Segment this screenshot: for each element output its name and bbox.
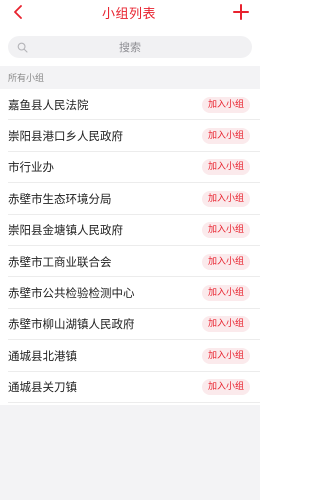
join-group-button[interactable]: 加入小组: [201, 316, 250, 333]
list-item[interactable]: 赤壁市公共检验检测中心 加入小组: [0, 277, 260, 310]
search-input[interactable]: 搜索: [8, 36, 252, 58]
navigation-bar: 小组列表: [0, 0, 260, 24]
list-item[interactable]: 通城县关刀镇 加入小组: [0, 372, 260, 404]
join-group-button[interactable]: 加入小组: [201, 222, 250, 239]
group-name: 市行业办: [8, 160, 54, 175]
group-name: 赤壁市工商业联合会: [8, 254, 112, 269]
plus-icon: [232, 4, 249, 20]
group-name: 崇阳县港口乡人民政府: [8, 129, 123, 144]
section-header: 所有小组: [0, 66, 260, 89]
search-placeholder: 搜索: [119, 41, 141, 54]
list-item[interactable]: 嘉鱼县人民法院 加入小组: [0, 89, 260, 121]
join-group-button[interactable]: 加入小组: [201, 190, 250, 207]
list-item[interactable]: 赤壁市柳山湖镇人民政府 加入小组: [0, 309, 260, 341]
list-item[interactable]: 通城县北港镇 加入小组: [0, 340, 260, 372]
list-item[interactable]: 崇阳县港口乡人民政府 加入小组: [0, 120, 260, 153]
group-name: 通城县北港镇: [8, 348, 77, 363]
search-icon: [17, 42, 28, 53]
group-name: 赤壁市柳山湖镇人民政府: [8, 317, 135, 332]
join-group-button[interactable]: 加入小组: [201, 347, 250, 364]
join-group-button[interactable]: 加入小组: [201, 128, 250, 145]
empty-footer-area: [0, 405, 260, 500]
list-item[interactable]: 市行业办 加入小组: [0, 152, 260, 184]
back-button[interactable]: [10, 4, 26, 20]
group-name: 赤壁市公共检验检测中心: [8, 286, 135, 301]
add-group-button[interactable]: [232, 3, 250, 21]
list-item[interactable]: 崇阳县金塘镇人民政府 加入小组: [0, 215, 260, 247]
group-name: 崇阳县金塘镇人民政府: [8, 223, 123, 238]
join-group-button[interactable]: 加入小组: [201, 285, 250, 302]
chevron-left-icon: [14, 5, 22, 19]
join-group-button[interactable]: 加入小组: [201, 253, 250, 270]
join-group-button[interactable]: 加入小组: [201, 96, 250, 113]
group-name: 嘉鱼县人民法院: [8, 97, 89, 112]
page-title: 小组列表: [101, 6, 156, 22]
group-name: 通城县关刀镇: [8, 380, 77, 395]
group-list: 嘉鱼县人民法院 加入小组 崇阳县港口乡人民政府 加入小组 市行业办 加入小组 赤…: [0, 89, 260, 404]
search-container: 搜索: [0, 24, 260, 66]
join-group-button[interactable]: 加入小组: [201, 159, 250, 176]
join-group-button[interactable]: 加入小组: [201, 379, 250, 396]
section-title: 所有小组: [8, 74, 45, 84]
list-item[interactable]: 赤壁市工商业联合会 加入小组: [0, 246, 260, 278]
list-item[interactable]: 赤壁市生态环境分局 加入小组: [0, 183, 260, 215]
group-name: 赤壁市生态环境分局: [8, 191, 112, 206]
